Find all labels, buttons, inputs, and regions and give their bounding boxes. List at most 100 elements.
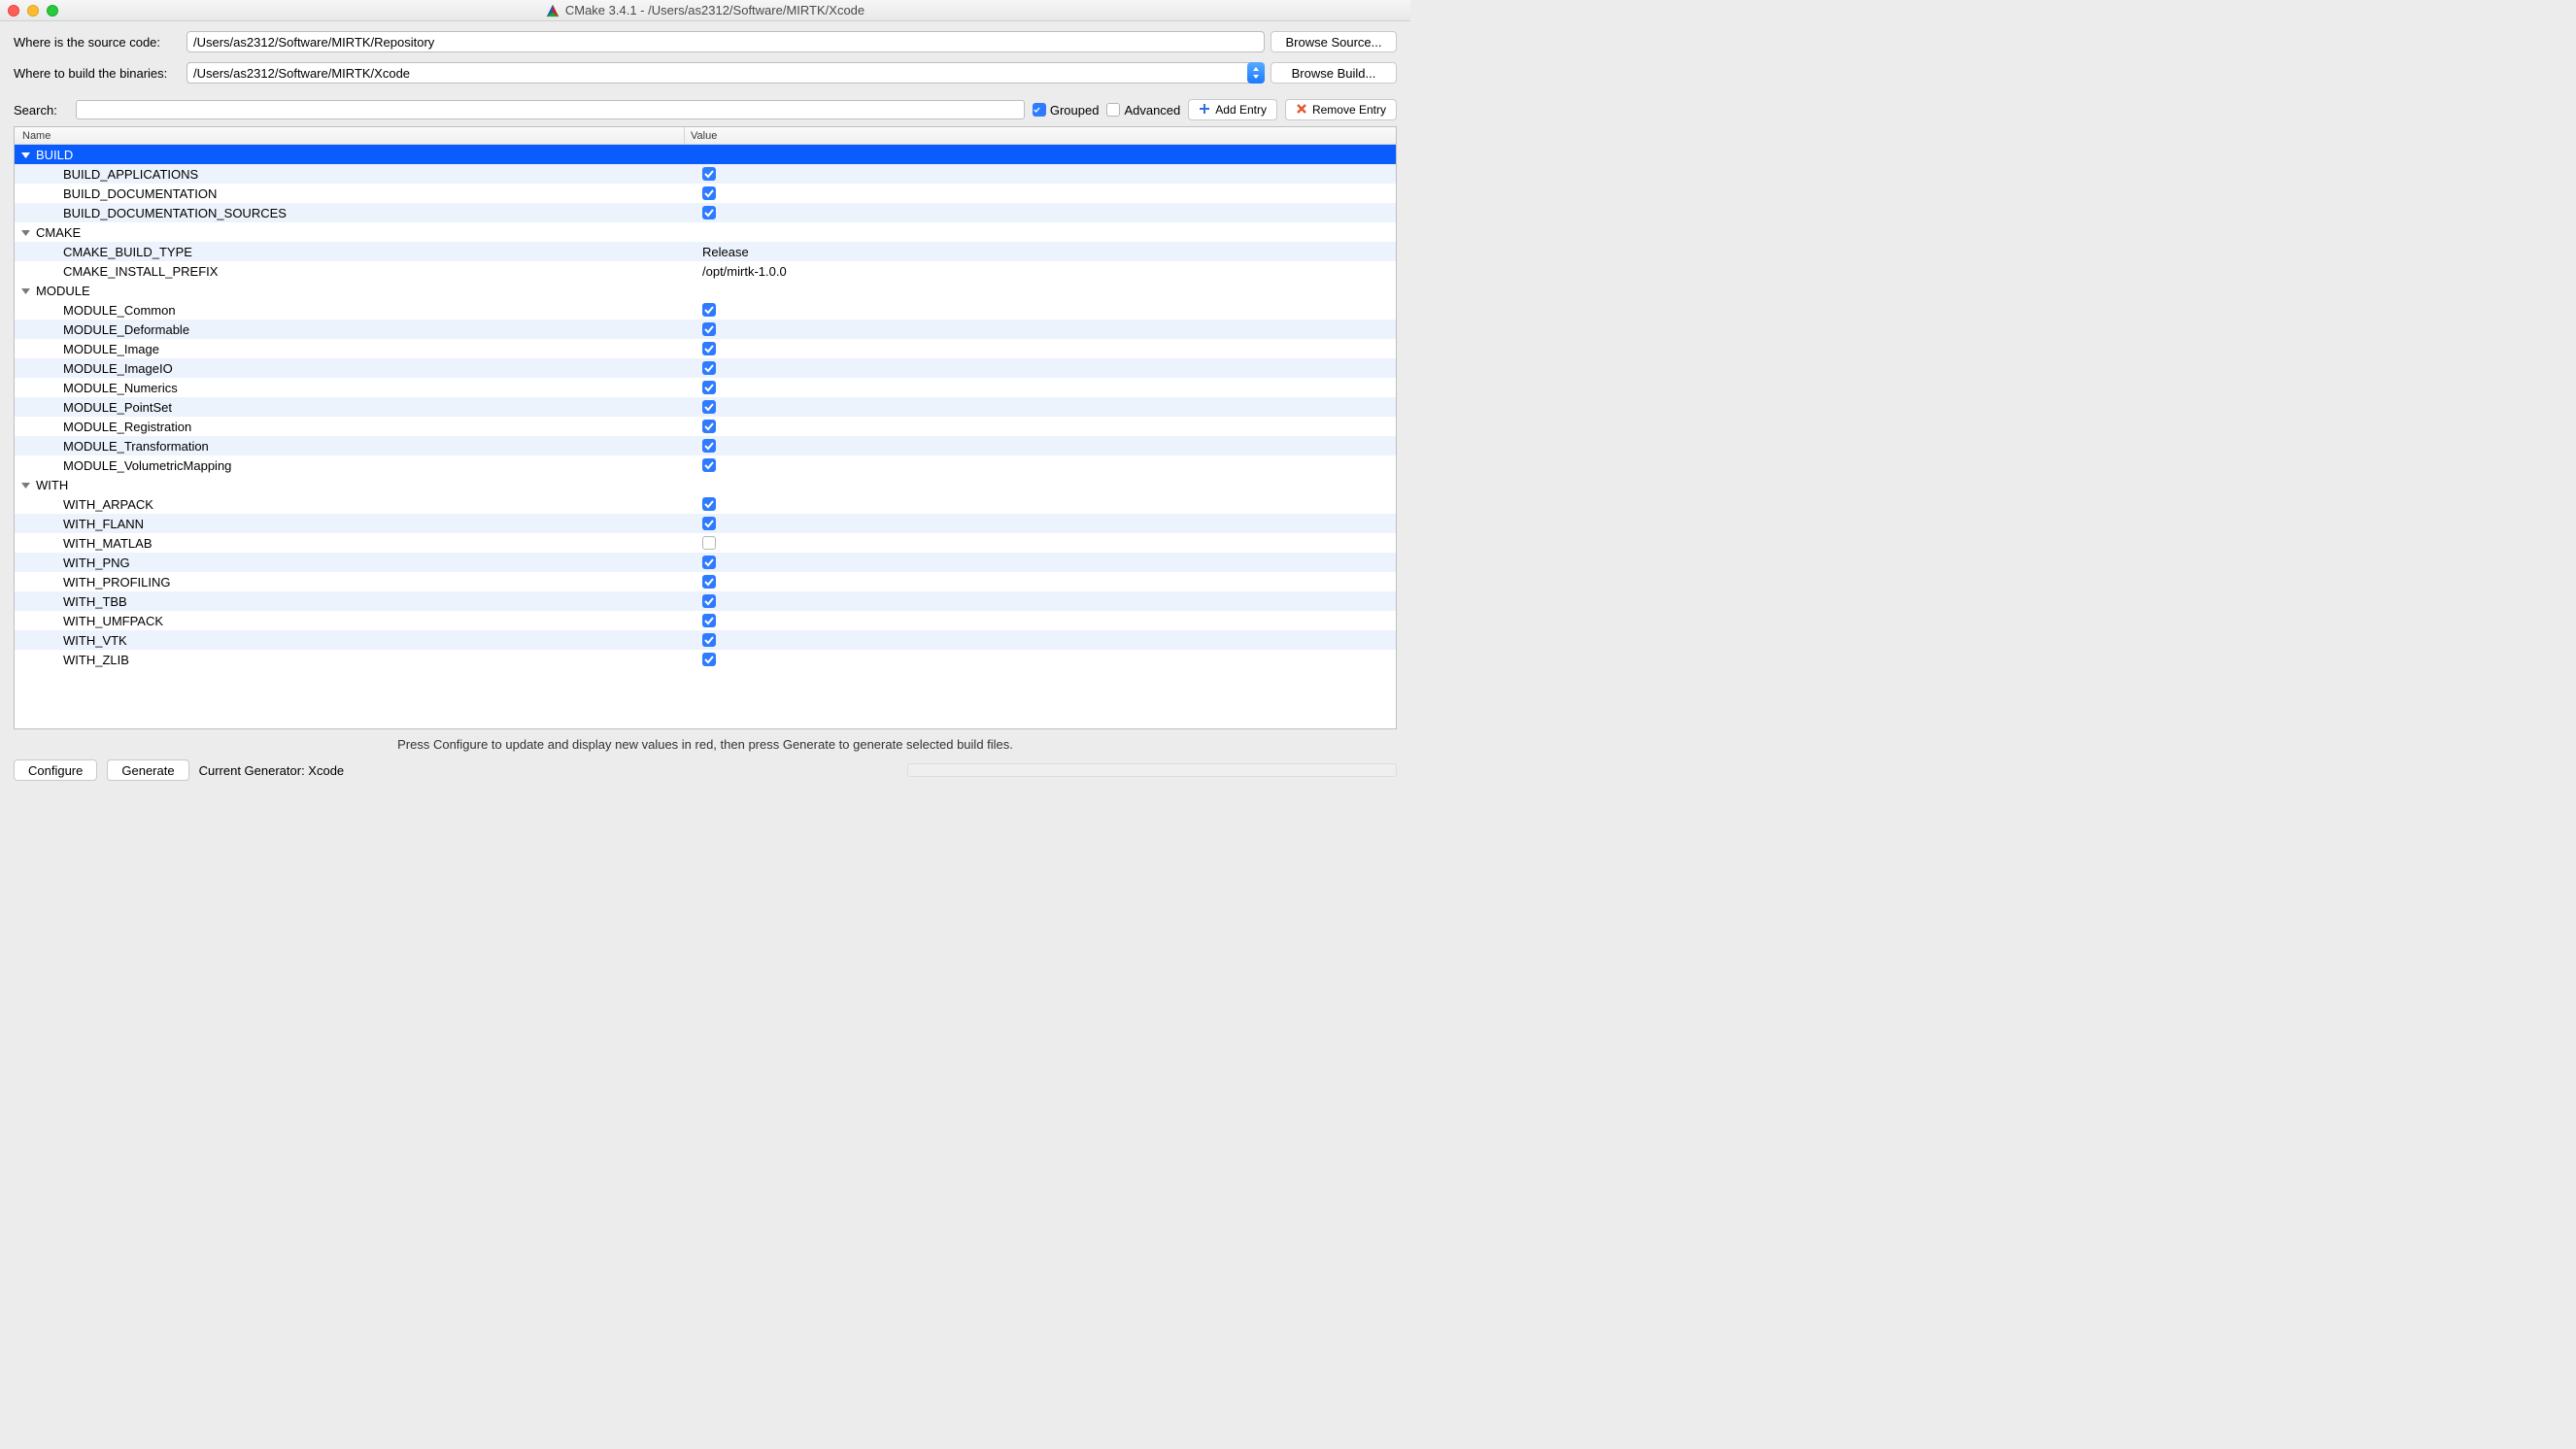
source-path-input[interactable] [186,31,1265,52]
value-checkbox[interactable] [702,653,716,666]
group-label: MODULE [34,284,90,298]
value-checkbox[interactable] [702,439,716,453]
traffic-lights [8,5,58,17]
value-checkbox[interactable] [702,167,716,181]
cache-row-with_arpack[interactable]: WITH_ARPACK [15,494,1396,514]
entry-name: MODULE_Registration [63,420,191,434]
browse-build-button[interactable]: Browse Build... [1271,62,1397,84]
value-checkbox[interactable] [702,633,716,647]
cache-row-module_image[interactable]: MODULE_Image [15,339,1396,358]
value-checkbox[interactable] [702,206,716,219]
group-label: BUILD [34,148,73,162]
entry-name: WITH_PNG [63,556,130,570]
entry-name: WITH_ARPACK [63,497,153,512]
cache-row-module_deformable[interactable]: MODULE_Deformable [15,320,1396,339]
current-generator-label: Current Generator: Xcode [199,763,345,778]
value-checkbox[interactable] [702,594,716,608]
value-text[interactable]: Release [702,245,749,259]
hint-text: Press Configure to update and display ne… [14,737,1397,752]
advanced-checkbox[interactable]: Advanced [1106,103,1180,118]
entry-name: BUILD_DOCUMENTATION_SOURCES [63,206,287,220]
cache-row-with_tbb[interactable]: WITH_TBB [15,591,1396,611]
source-label: Where is the source code: [14,35,181,50]
zoom-window-button[interactable] [47,5,58,17]
cache-row-module_volumetricmapping[interactable]: MODULE_VolumetricMapping [15,455,1396,475]
cache-tree[interactable]: Name Value BUILDBUILD_APPLICATIONSBUILD_… [14,126,1397,729]
entry-name: WITH_ZLIB [63,653,129,667]
cache-row-with_umfpack[interactable]: WITH_UMFPACK [15,611,1396,630]
value-checkbox[interactable] [702,497,716,511]
plus-icon [1199,103,1210,118]
grouped-checkbox[interactable]: Grouped [1033,103,1100,118]
cache-row-module_common[interactable]: MODULE_Common [15,300,1396,320]
cache-row-with_png[interactable]: WITH_PNG [15,553,1396,572]
cache-row-cmake_build_type[interactable]: CMAKE_BUILD_TYPERelease [15,242,1396,261]
column-name-header[interactable]: Name [15,127,685,144]
cache-row-build_documentation[interactable]: BUILD_DOCUMENTATION [15,184,1396,203]
search-input[interactable] [76,100,1025,119]
group-row-build[interactable]: BUILD [15,145,1396,164]
value-checkbox[interactable] [702,400,716,414]
entry-name: WITH_UMFPACK [63,614,163,628]
cache-row-cmake_install_prefix[interactable]: CMAKE_INSTALL_PREFIX/opt/mirtk-1.0.0 [15,261,1396,281]
value-checkbox[interactable] [702,536,716,550]
disclosure-triangle-icon[interactable] [20,150,30,159]
remove-entry-button[interactable]: Remove Entry [1285,99,1397,120]
cache-row-with_matlab[interactable]: WITH_MATLAB [15,533,1396,553]
cache-row-module_pointset[interactable]: MODULE_PointSet [15,397,1396,417]
browse-source-button[interactable]: Browse Source... [1271,31,1397,52]
entry-name: MODULE_PointSet [63,400,172,415]
value-checkbox[interactable] [702,303,716,317]
entry-name: MODULE_Numerics [63,381,178,395]
value-checkbox[interactable] [702,420,716,433]
configure-button[interactable]: Configure [14,759,97,781]
cache-row-module_numerics[interactable]: MODULE_Numerics [15,378,1396,397]
value-checkbox[interactable] [702,614,716,627]
entry-name: WITH_PROFILING [63,575,171,590]
value-checkbox[interactable] [702,186,716,200]
build-path-input[interactable] [186,62,1249,84]
cache-tree-header: Name Value [15,127,1396,145]
close-window-button[interactable] [8,5,19,17]
disclosure-triangle-icon[interactable] [20,286,30,295]
build-path-dropdown-button[interactable] [1247,62,1265,84]
group-label: CMAKE [34,225,81,240]
advanced-label: Advanced [1124,103,1180,118]
cache-row-with_zlib[interactable]: WITH_ZLIB [15,650,1396,669]
entry-name: WITH_TBB [63,594,127,609]
progress-bar [907,763,1397,777]
value-checkbox[interactable] [702,458,716,472]
column-value-header[interactable]: Value [685,127,1396,144]
cache-row-module_imageio[interactable]: MODULE_ImageIO [15,358,1396,378]
value-checkbox[interactable] [702,575,716,589]
window-titlebar: CMake 3.4.1 - /Users/as2312/Software/MIR… [0,0,1410,21]
value-checkbox[interactable] [702,517,716,530]
value-checkbox[interactable] [702,381,716,394]
search-label: Search: [14,103,68,118]
cache-row-module_registration[interactable]: MODULE_Registration [15,417,1396,436]
cache-row-with_vtk[interactable]: WITH_VTK [15,630,1396,650]
cache-row-build_documentation_sources[interactable]: BUILD_DOCUMENTATION_SOURCES [15,203,1396,222]
group-row-module[interactable]: MODULE [15,281,1396,300]
group-row-with[interactable]: WITH [15,475,1396,494]
entry-name: MODULE_Common [63,303,176,318]
add-entry-button[interactable]: Add Entry [1188,99,1277,120]
cache-row-with_profiling[interactable]: WITH_PROFILING [15,572,1396,591]
entry-name: MODULE_VolumetricMapping [63,458,231,473]
value-checkbox[interactable] [702,342,716,355]
entry-name: WITH_FLANN [63,517,144,531]
value-checkbox[interactable] [702,361,716,375]
cache-row-module_transformation[interactable]: MODULE_Transformation [15,436,1396,455]
cache-row-with_flann[interactable]: WITH_FLANN [15,514,1396,533]
value-checkbox[interactable] [702,322,716,336]
window-title: CMake 3.4.1 - /Users/as2312/Software/MIR… [565,3,864,17]
group-row-cmake[interactable]: CMAKE [15,222,1396,242]
generate-button[interactable]: Generate [107,759,188,781]
value-checkbox[interactable] [702,556,716,569]
cache-row-build_applications[interactable]: BUILD_APPLICATIONS [15,164,1396,184]
minimize-window-button[interactable] [27,5,39,17]
disclosure-triangle-icon[interactable] [20,480,30,489]
value-text[interactable]: /opt/mirtk-1.0.0 [702,264,787,279]
disclosure-triangle-icon[interactable] [20,227,30,237]
entry-name: WITH_MATLAB [63,536,153,551]
